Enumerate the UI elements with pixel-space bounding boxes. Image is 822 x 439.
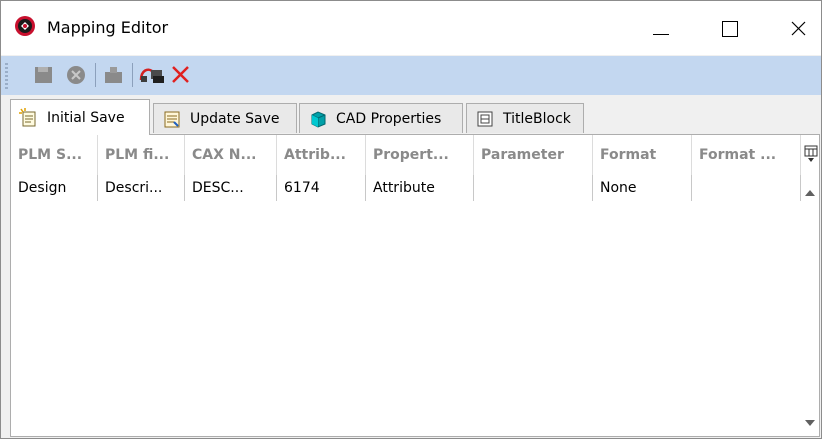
cell-attrib[interactable]: 6174 [277,175,366,201]
delete-icon [172,66,189,83]
grid-header: PLM S... PLM fi... CAX N... Attrib... Pr… [11,135,801,175]
minimize-icon [653,34,669,35]
column-header[interactable]: Attrib... [277,135,366,175]
window-title: Mapping Editor [47,18,169,37]
maximize-icon [722,21,738,37]
maximize-button[interactable] [707,1,753,55]
column-header[interactable]: Format ... [692,135,801,175]
titleblock-icon [477,111,493,126]
tab-label: CAD Properties [336,110,442,127]
column-header[interactable]: PLM fi... [98,135,185,175]
update-document-icon [164,111,180,127]
tab-label: Update Save [190,110,280,127]
new-document-icon [19,107,36,126]
mapping-editor-window: Mapping Editor Initial Save Update Save … [0,0,822,439]
title-bar[interactable]: Mapping Editor [1,1,821,55]
vertical-scrollbar[interactable] [801,175,819,436]
cell-format[interactable]: None [593,175,692,201]
cell-parameter[interactable] [474,175,593,201]
save-icon [35,67,52,83]
column-chooser-icon[interactable] [803,143,821,165]
column-header[interactable]: Format [593,135,692,175]
tab-titleblock[interactable]: TitleBlock [466,103,584,133]
delete-button[interactable] [168,62,194,88]
map-attribute-icon [139,68,164,83]
table-row[interactable]: Design Descri... DESC... 6174 Attribute … [11,175,801,201]
cell-plm-s[interactable]: Design [11,175,98,201]
cube-icon [311,110,326,128]
cell-property[interactable]: Attribute [366,175,474,201]
tab-initial-save[interactable]: Initial Save [10,99,150,135]
close-icon [791,21,806,36]
column-header[interactable]: PLM S... [11,135,98,175]
toolbar-separator [95,63,96,87]
column-header[interactable]: CAX N... [185,135,277,175]
save-button[interactable] [31,62,57,88]
scroll-down-icon[interactable] [805,420,815,426]
map-attribute-button[interactable] [138,62,164,88]
tab-update-save[interactable]: Update Save [153,103,297,133]
tab-label: TitleBlock [503,110,571,127]
minimize-button[interactable] [637,1,683,55]
export-button[interactable] [101,62,127,88]
cancel-button[interactable] [63,62,89,88]
cell-format-2[interactable] [692,175,801,201]
toolbar-grip[interactable] [5,63,8,89]
export-icon [105,67,122,83]
red-gear-app-icon [15,16,35,36]
tab-cad-properties[interactable]: CAD Properties [299,103,463,133]
close-button[interactable] [775,1,821,55]
cancel-icon [67,66,85,84]
cell-plm-fi[interactable]: Descri... [98,175,185,201]
column-header[interactable]: Propert... [366,135,474,175]
toolbar-separator [132,63,133,87]
mapping-grid: PLM S... PLM fi... CAX N... Attrib... Pr… [10,134,820,437]
toolbar [1,56,821,95]
column-header[interactable]: Parameter [474,135,593,175]
tab-strip: Initial Save Update Save CAD Properties [1,95,821,135]
cell-cax-n[interactable]: DESC... [185,175,277,201]
tab-label: Initial Save [47,109,125,126]
scroll-up-icon[interactable] [805,190,815,196]
